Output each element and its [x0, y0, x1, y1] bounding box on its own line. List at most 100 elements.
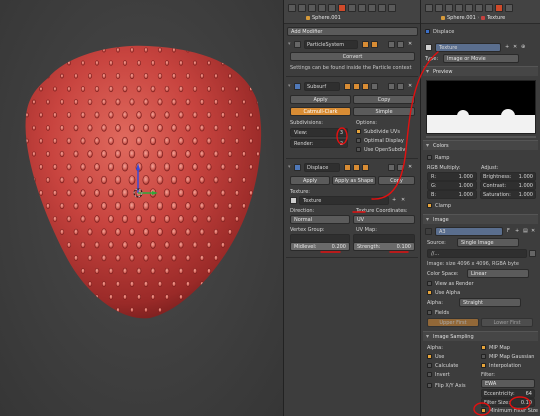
move-up-icon[interactable]: [388, 164, 395, 171]
add-modifier-dropdown[interactable]: Add Modifier: [287, 27, 418, 36]
render-toggle-icon[interactable]: [362, 41, 369, 48]
interpolation-checkbox[interactable]: Interpolation: [481, 362, 521, 370]
new-texture-icon[interactable]: +: [392, 196, 396, 204]
material-tab-icon[interactable]: [358, 4, 366, 12]
move-up-icon[interactable]: [388, 83, 395, 90]
expand-icon[interactable]: ▾: [288, 41, 291, 47]
texture-tab-icon[interactable]: [368, 4, 376, 12]
displace-apply-button[interactable]: Apply: [290, 176, 330, 185]
texture-name-field[interactable]: Texture: [435, 43, 501, 52]
use-opensubdiv-checkbox[interactable]: Use OpenSubdiv: [356, 146, 405, 154]
mip-map-gaussian-checkbox[interactable]: MIP Map Gaussian: [481, 353, 534, 361]
filter-size-field[interactable]: Filter Size: 0.10: [481, 398, 535, 407]
unlink-image-icon[interactable]: ✕: [531, 227, 535, 235]
expand-icon[interactable]: ▾: [288, 163, 291, 171]
calculate-checkbox[interactable]: Calculate: [427, 362, 458, 370]
render-toggle-icon[interactable]: [344, 83, 351, 90]
colors-section[interactable]: Colors: [423, 140, 538, 151]
image-fake-user-icon[interactable]: F: [507, 227, 510, 235]
displace-copy-button[interactable]: Copy: [378, 176, 415, 185]
world-tab-icon[interactable]: [308, 4, 316, 12]
filter-dropdown[interactable]: EWA: [481, 379, 535, 388]
optimal-display-checkbox[interactable]: Optimal Display: [356, 137, 404, 145]
remove-modifier-icon[interactable]: ✕: [408, 40, 412, 48]
scene-tab-icon[interactable]: [298, 4, 306, 12]
flip-xy-checkbox[interactable]: Flip X/Y Axis: [427, 382, 466, 390]
subsurf-name-field[interactable]: Subsurf: [304, 82, 340, 91]
lower-first-button[interactable]: Lower First: [481, 318, 533, 327]
mip-map-checkbox[interactable]: MIP Map: [481, 344, 510, 352]
image-sampling-section[interactable]: Image Sampling: [423, 331, 538, 342]
particles-tab-icon[interactable]: [378, 4, 386, 12]
r-field[interactable]: R: 1.000: [427, 172, 477, 181]
particle-system-name-field[interactable]: ParticleSystem: [304, 40, 358, 49]
render-tab-icon[interactable]: [425, 4, 433, 12]
data-tab-icon[interactable]: [348, 4, 356, 12]
data-tab-icon[interactable]: [475, 4, 483, 12]
material-tab-icon[interactable]: [485, 4, 493, 12]
viewport-toggle-icon[interactable]: [353, 83, 360, 90]
editmode-toggle-icon[interactable]: [362, 83, 369, 90]
clamp-checkbox[interactable]: Clamp: [427, 202, 451, 210]
texture-coordinates-dropdown[interactable]: UV: [353, 215, 415, 224]
strength-field[interactable]: Strength: 0.100: [353, 242, 415, 251]
editmode-toggle-icon[interactable]: [362, 164, 369, 171]
scene-tab-icon[interactable]: [435, 4, 443, 12]
displace-name-field[interactable]: Displace: [304, 163, 340, 172]
upper-first-button[interactable]: Upper First: [427, 318, 479, 327]
image-section[interactable]: Image: [423, 214, 538, 225]
image-filepath-field[interactable]: //...: [427, 249, 527, 258]
tab-catmull-clark[interactable]: Catmull-Clark: [290, 107, 351, 116]
view-levels-field[interactable]: View: 3: [290, 128, 348, 137]
image-name-field[interactable]: A3: [435, 227, 503, 236]
view-as-render-checkbox[interactable]: View as Render: [427, 280, 474, 288]
subsurf-copy-button[interactable]: Copy: [353, 95, 415, 104]
constraint-tab-icon[interactable]: [328, 4, 336, 12]
remove-modifier-icon[interactable]: ✕: [408, 82, 412, 90]
subsurf-apply-button[interactable]: Apply: [290, 95, 351, 104]
invert-checkbox[interactable]: Invert: [427, 371, 450, 379]
fields-checkbox[interactable]: Fields: [427, 309, 449, 317]
texture-tab-icon[interactable]: [495, 4, 503, 12]
apply-as-shape-button[interactable]: Apply as Shape: [332, 176, 376, 185]
3d-viewport[interactable]: [0, 0, 283, 416]
source-dropdown[interactable]: Single Image: [457, 238, 519, 247]
ramp-checkbox[interactable]: Ramp: [427, 154, 449, 162]
object-tab-icon[interactable]: [455, 4, 463, 12]
minimum-filter-size-checkbox[interactable]: Minimum Filter Size: [481, 407, 538, 415]
texture-name-field[interactable]: Texture: [299, 196, 389, 205]
type-dropdown[interactable]: Image or Movie: [443, 54, 519, 63]
render-toggle-icon[interactable]: [344, 164, 351, 171]
alpha-mode-dropdown[interactable]: Straight: [459, 298, 521, 307]
move-down-icon[interactable]: [397, 83, 404, 90]
image-browse-icon[interactable]: [425, 228, 432, 235]
viewport-toggle-icon[interactable]: [371, 41, 378, 48]
modifier-tab-icon[interactable]: [338, 4, 346, 12]
move-down-icon[interactable]: [397, 41, 404, 48]
viewport-toggle-icon[interactable]: [353, 164, 360, 171]
unlink-texture-icon[interactable]: ✕: [513, 43, 517, 51]
pin-icon[interactable]: ⊕: [521, 43, 525, 51]
open-image-icon[interactable]: ▤: [523, 227, 528, 235]
unlink-texture-icon[interactable]: ✕: [401, 196, 405, 204]
modifier-tab-icon[interactable]: [465, 4, 473, 12]
eccentricity-field[interactable]: Eccentricity: 64: [481, 389, 535, 398]
physics-tab-icon[interactable]: [388, 4, 396, 12]
preview-resize-handle[interactable]: [426, 136, 536, 138]
render-levels-field[interactable]: Render: 2: [290, 139, 348, 148]
saturation-field[interactable]: Saturation: 1.000: [480, 190, 536, 199]
render-tab-icon[interactable]: [288, 4, 296, 12]
remove-modifier-icon[interactable]: ✕: [408, 163, 412, 171]
brightness-field[interactable]: Brightness: 1.000: [480, 172, 536, 181]
move-down-icon[interactable]: [397, 164, 404, 171]
b-field[interactable]: B: 1.000: [427, 190, 477, 199]
use-checkbox[interactable]: Use: [427, 353, 444, 361]
cage-toggle-icon[interactable]: [371, 83, 378, 90]
convert-button[interactable]: Convert: [290, 52, 415, 61]
object-tab-icon[interactable]: [318, 4, 326, 12]
contrast-field[interactable]: Contrast: 1.000: [480, 181, 536, 190]
expand-icon[interactable]: ▾: [288, 82, 291, 90]
direction-dropdown[interactable]: Normal: [290, 215, 350, 224]
file-browse-icon[interactable]: [529, 250, 536, 257]
world-tab-icon[interactable]: [445, 4, 453, 12]
